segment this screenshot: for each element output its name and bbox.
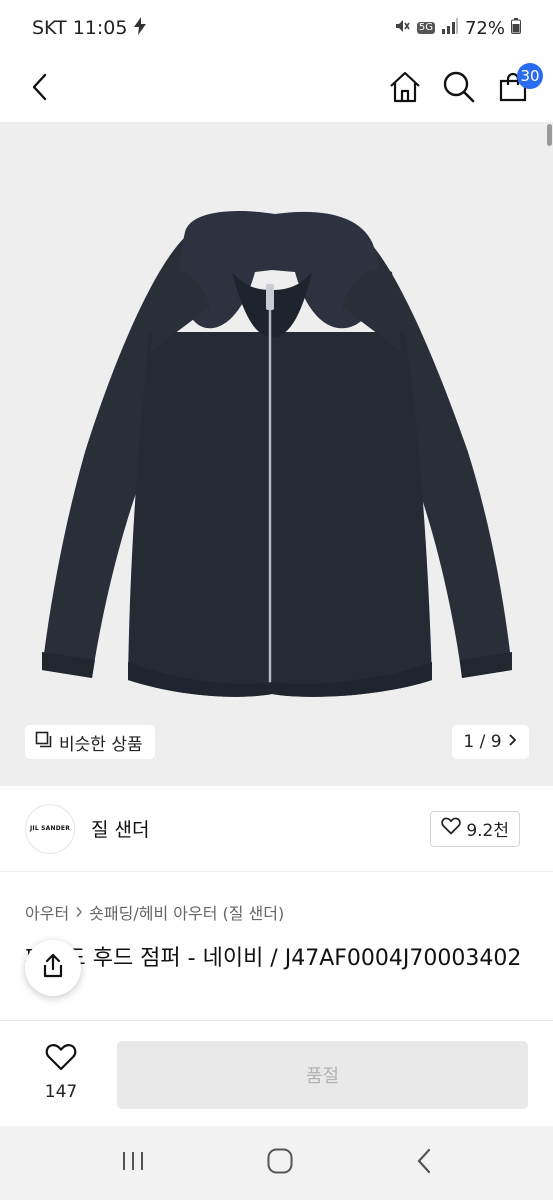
bolt-icon [133, 16, 147, 40]
brand-like-button[interactable]: 9.2천 [430, 810, 520, 847]
status-left: SKT 11:05 [32, 16, 147, 40]
cart-button[interactable]: 30 [495, 63, 543, 107]
wish-button[interactable]: 147 [26, 1043, 96, 1102]
brand-logo[interactable]: JIL SANDER [25, 803, 75, 854]
brand-logo-text: JIL SANDER [29, 825, 71, 832]
network-badge: 5G [416, 22, 435, 34]
recent-apps-icon[interactable] [120, 1149, 146, 1177]
status-right: 5G 72% [393, 17, 521, 40]
home-icon [388, 70, 422, 108]
bottom-action-bar: 147 품절 [0, 1020, 553, 1127]
back-icon [30, 72, 50, 106]
status-bar: SKT 11:05 5G 72% [0, 0, 553, 56]
system-nav-bar [0, 1126, 553, 1200]
heart-icon [441, 817, 462, 840]
image-pager[interactable]: 1 / 9 [452, 725, 529, 759]
chevron-right-icon [508, 732, 518, 752]
battery-icon [511, 17, 521, 39]
home-nav-icon[interactable] [266, 1147, 294, 1179]
chevron-right-icon [75, 903, 83, 922]
breadcrumb-item-padding[interactable]: 숏패딩/헤비 아우터 (질 샌더) [89, 900, 284, 924]
scrollbar[interactable] [547, 124, 552, 146]
product-image-gallery[interactable]: 비슷한 상품 1 / 9 [0, 122, 553, 786]
wish-count: 147 [44, 1082, 78, 1102]
signal-icon [441, 17, 459, 39]
product-title: 패디드 후드 점퍼 - 네이비 / J47AF0004J70003402 [25, 946, 522, 971]
header-actions: 30 [387, 63, 543, 107]
brand-like-count: 9.2천 [466, 821, 509, 841]
back-nav-icon[interactable] [415, 1147, 433, 1179]
product-image [42, 211, 512, 697]
carrier-time: SKT 11:05 [32, 17, 128, 39]
heart-icon [45, 1043, 77, 1076]
cart-count-badge: 30 [517, 63, 543, 89]
home-button[interactable] [387, 71, 423, 107]
share-icon [41, 953, 65, 983]
share-button[interactable] [25, 940, 81, 996]
brand-info[interactable]: JIL SANDER 질 샌더 [25, 803, 149, 854]
pager-text: 1 / 9 [463, 732, 502, 752]
battery-level: 72% [464, 17, 505, 39]
breadcrumb: 아우터 숏패딩/헤비 아우터 (질 샌더) [25, 900, 284, 924]
brand-name[interactable]: 질 샌더 [91, 815, 149, 842]
search-icon [442, 70, 476, 108]
search-button[interactable] [441, 71, 477, 107]
app-header: 30 [0, 56, 553, 122]
mute-icon [393, 17, 411, 40]
back-button[interactable] [22, 71, 58, 107]
similar-label: 비슷한 상품 [59, 734, 143, 755]
soldout-button[interactable]: 품절 [117, 1041, 528, 1109]
breadcrumb-item-outer[interactable]: 아우터 [25, 900, 69, 924]
brand-row: JIL SANDER 질 샌더 9.2천 [0, 786, 553, 872]
similar-products-button[interactable]: 비슷한 상품 [25, 725, 155, 759]
similar-icon [35, 731, 53, 754]
